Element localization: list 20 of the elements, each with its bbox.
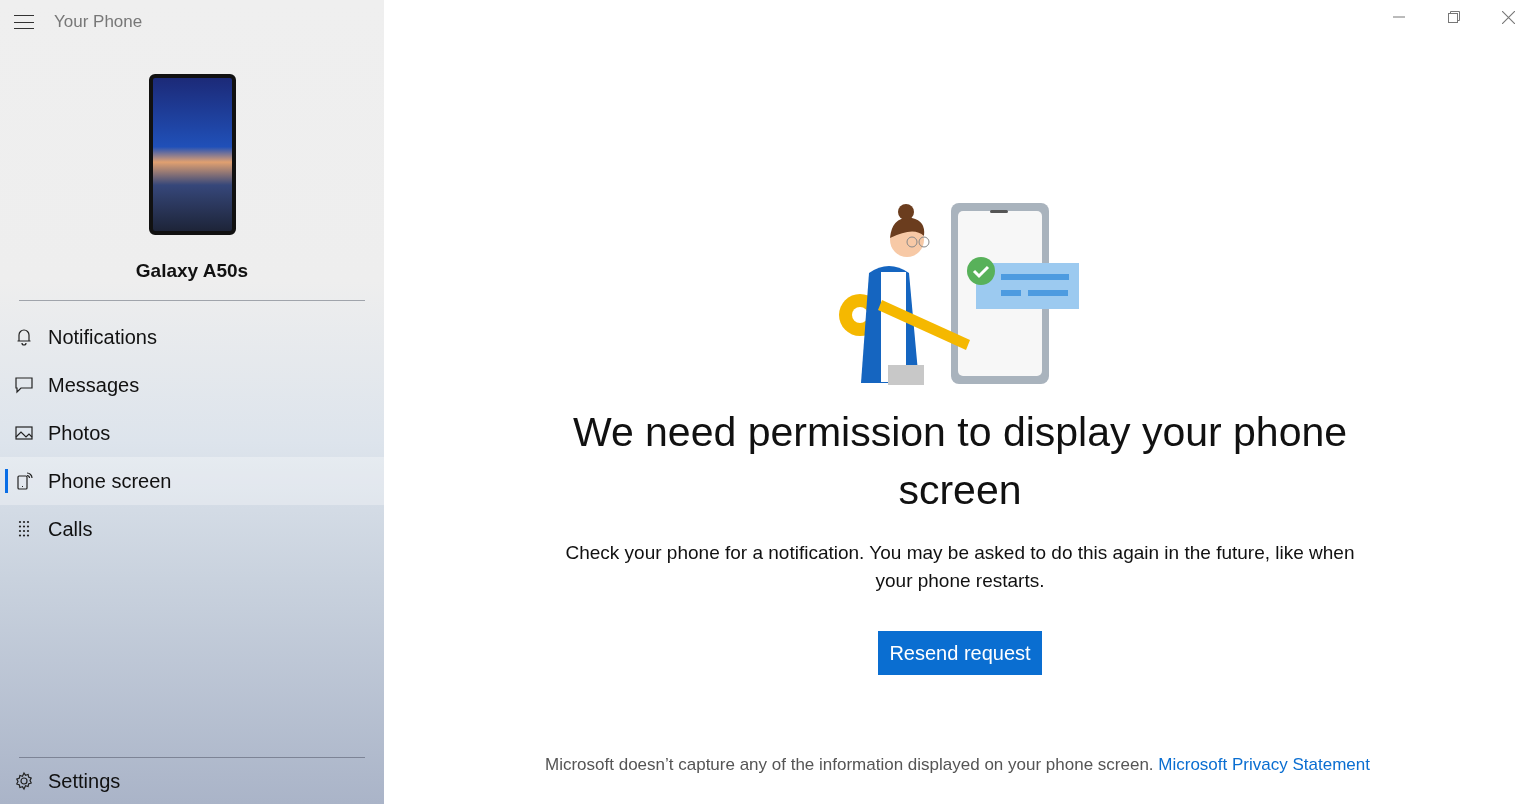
selection-indicator (5, 468, 8, 493)
nav-item[interactable]: Messages (0, 360, 384, 409)
permission-heading: We need permission to display your phone screen (571, 408, 1349, 515)
resend-request-button[interactable]: Resend request (878, 631, 1042, 675)
close-icon[interactable] (1502, 10, 1515, 24)
settings-icon (14, 771, 34, 791)
device-name: Galaxy A50s (135, 259, 249, 283)
menu-icon[interactable] (14, 15, 34, 29)
phone-icon (14, 470, 34, 491)
app-title: Your Phone (54, 11, 143, 34)
settings-item[interactable]: Settings (0, 758, 384, 804)
message-icon (14, 374, 34, 395)
nav-item[interactable]: Photos (0, 408, 384, 457)
nav-item[interactable]: Phone screen (0, 456, 384, 505)
privacy-statement-link[interactable]: Microsoft Privacy Statement (1158, 755, 1370, 774)
permission-message: Check your phone for a notification. You may be asked to do this again in the future, like when your phone restarts. (564, 541, 1356, 593)
restore-icon[interactable] (1447, 11, 1460, 23)
nav-item[interactable]: Notifications (0, 312, 384, 361)
nav-item[interactable]: Calls (0, 504, 384, 553)
privacy-note: Microsoft doesn’t capture any of the information displayed on your phone screen. Microsoft Privacy Statement (545, 754, 1371, 776)
